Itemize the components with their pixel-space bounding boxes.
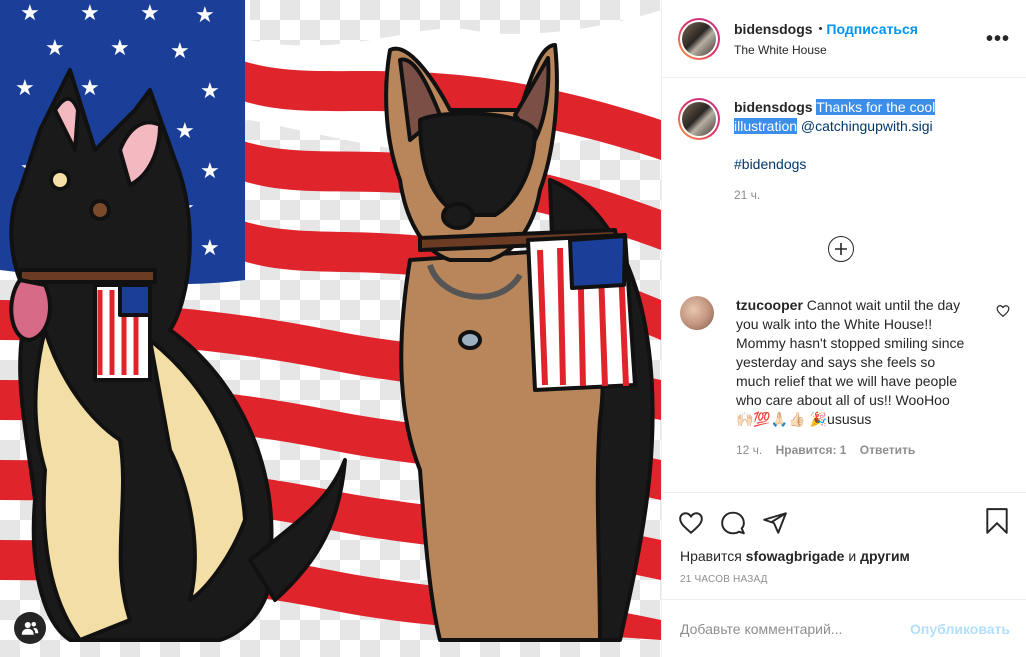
svg-text:★: ★ [15,76,35,101]
separator-dot: • [818,22,823,35]
svg-text:★: ★ [170,39,190,64]
comment-text: Cannot wait until the day you walk into … [736,297,965,427]
svg-text:★: ★ [200,236,220,261]
commenter-avatar[interactable] [680,296,714,330]
svg-text:★: ★ [80,1,100,26]
plus-circle-icon [835,243,847,255]
svg-text:★: ★ [200,159,220,184]
caption-mention[interactable]: @catchingupwith.sigi [801,118,933,134]
svg-text:★: ★ [200,79,220,104]
svg-text:★: ★ [110,36,130,61]
share-button[interactable] [762,510,788,536]
svg-text:★: ★ [140,1,160,26]
like-button[interactable] [678,510,704,536]
tagged-users-icon [21,622,39,635]
post-caption: bidensdogs Thanks for the cool illustrat… [678,98,1010,174]
publish-button[interactable]: Опубликовать [910,621,1010,637]
comment-button[interactable] [720,510,746,536]
heart-icon [679,511,703,534]
post-image[interactable]: ★ ★ ★ ★ ★ ★ ★ ★ ★ ★ ★ ★ ★ ★ ★ ★ [0,0,661,657]
comment-item: tzucooper Cannot wait until the day you … [678,296,1010,460]
follow-button[interactable]: Подписаться [826,21,918,37]
caption-username[interactable]: bidensdogs [734,99,813,115]
svg-text:★: ★ [175,119,195,144]
save-button[interactable] [984,507,1010,538]
comments-section: bidensdogs Thanks for the cool illustrat… [662,78,1026,492]
load-more-comments-button[interactable] [828,236,854,262]
comment-like-heart-icon[interactable] [996,304,1010,318]
comment-likes[interactable]: Нравится: 1 [776,443,847,457]
more-options-icon[interactable]: ••• [986,29,1010,49]
reply-button[interactable]: Ответить [860,443,915,457]
caption-hashtag[interactable]: #bidendogs [734,155,984,174]
bookmark-icon [986,508,1008,534]
svg-text:★: ★ [20,1,40,26]
svg-text:★: ★ [195,3,215,28]
action-bar [662,492,1026,552]
comment-icon [721,511,745,534]
comment-input[interactable] [680,620,911,637]
author-avatar[interactable] [678,17,720,60]
add-comment-bar: Опубликовать [662,599,1026,657]
caption-avatar[interactable] [678,98,720,140]
instagram-post: ★ ★ ★ ★ ★ ★ ★ ★ ★ ★ ★ ★ ★ ★ ★ ★ [0,0,1026,657]
post-sidebar: bidensdogs • Подписаться The White House… [661,0,1026,657]
post-header: bidensdogs • Подписаться The White House… [662,0,1026,78]
caption-time[interactable]: 21 ч. [734,188,1010,202]
post-timestamp[interactable]: 21 ЧАСОВ НАЗАД [662,574,1026,585]
commenter-username[interactable]: tzucooper [736,297,803,313]
svg-text:★: ★ [45,36,65,61]
svg-text:★: ★ [80,76,100,101]
share-icon [763,511,787,534]
post-location[interactable]: The White House [734,43,986,57]
dogs-flag-illustration: ★ ★ ★ ★ ★ ★ ★ ★ ★ ★ ★ ★ ★ ★ ★ ★ [0,0,661,657]
comment-time[interactable]: 12 ч. [736,443,762,457]
author-username[interactable]: bidensdogs [734,21,813,37]
tagged-users-button[interactable] [14,612,46,644]
